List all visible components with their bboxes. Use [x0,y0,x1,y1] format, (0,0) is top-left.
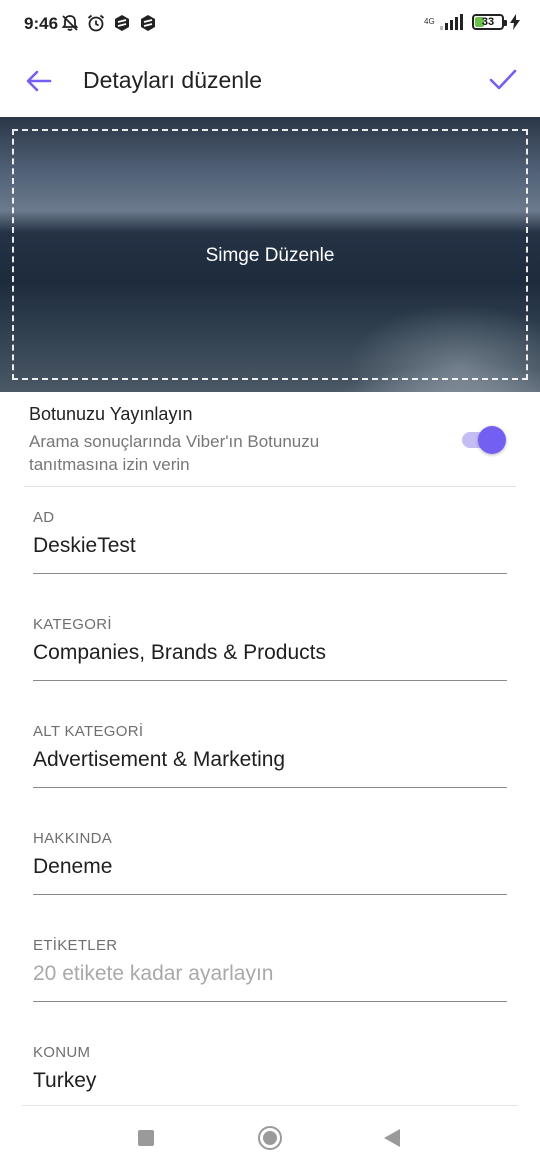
checkmark-icon[interactable] [486,63,520,97]
tags-input[interactable]: 20 etikete kadar ayarlayın [33,962,273,986]
charging-icon [510,14,520,30]
location-input[interactable]: Turkey [33,1069,96,1093]
home-icon[interactable] [258,1126,282,1150]
app-icon [141,15,155,31]
back-arrow-icon[interactable] [22,64,56,98]
status-time: 9:46 [24,14,59,33]
status-notification-icons [60,13,158,33]
field-underline [33,680,507,681]
field-label: ETİKETLER [33,937,118,954]
back-triangle-icon[interactable] [384,1129,400,1147]
section-divider [24,486,516,487]
muted-bell-icon [61,15,79,31]
cover-image-editor[interactable]: Simge Düzenle [0,117,540,392]
category-field[interactable]: KATEGORİ Companies, Brands & Products [33,616,507,698]
field-label: HAKKINDA [33,830,113,847]
battery-icon: 33 [472,14,507,30]
toggle-thumb [478,426,506,454]
category-select[interactable]: Companies, Brands & Products [33,641,326,665]
field-underline [33,1001,507,1002]
field-underline [33,894,507,895]
recents-icon[interactable] [138,1130,154,1146]
status-bar: 9:46 4G 33 [0,0,540,48]
app-icon [115,15,129,31]
about-input[interactable]: Deneme [33,855,112,879]
page-title: Detayları düzenle [83,67,262,93]
publish-bot-description: Arama sonuçlarında Viber'ın Botunuzu tan… [29,432,320,474]
subcategory-field[interactable]: ALT KATEGORİ Advertisement & Marketing [33,723,507,805]
field-label: AD [33,509,55,526]
publish-bot-row[interactable]: Botunuzu Yayınlayın Arama sonuçlarında V… [0,392,540,487]
edit-icon-label[interactable]: Simge Düzenle [0,245,540,267]
system-nav-bar [0,1106,540,1170]
network-type: 4G [424,17,435,26]
app-bar: Detayları düzenle [0,48,540,114]
publish-bot-toggle[interactable] [460,425,506,455]
alarm-icon [87,14,105,32]
status-system-icons: 4G 33 [424,14,520,30]
publish-bot-title: Botunuzu Yayınlayın [29,404,193,424]
field-label: KONUM [33,1044,91,1061]
about-field[interactable]: HAKKINDA Deneme [33,830,507,912]
tags-field[interactable]: ETİKETLER 20 etikete kadar ayarlayın [33,937,507,1019]
battery-level: 33 [481,16,495,28]
field-label: KATEGORİ [33,616,112,633]
name-field[interactable]: AD DeskieTest [33,509,507,591]
name-input[interactable]: DeskieTest [33,534,136,558]
field-label: ALT KATEGORİ [33,723,144,740]
field-underline [33,787,507,788]
field-underline [33,573,507,574]
subcategory-select[interactable]: Advertisement & Marketing [33,748,285,772]
signal-icon [440,14,463,30]
